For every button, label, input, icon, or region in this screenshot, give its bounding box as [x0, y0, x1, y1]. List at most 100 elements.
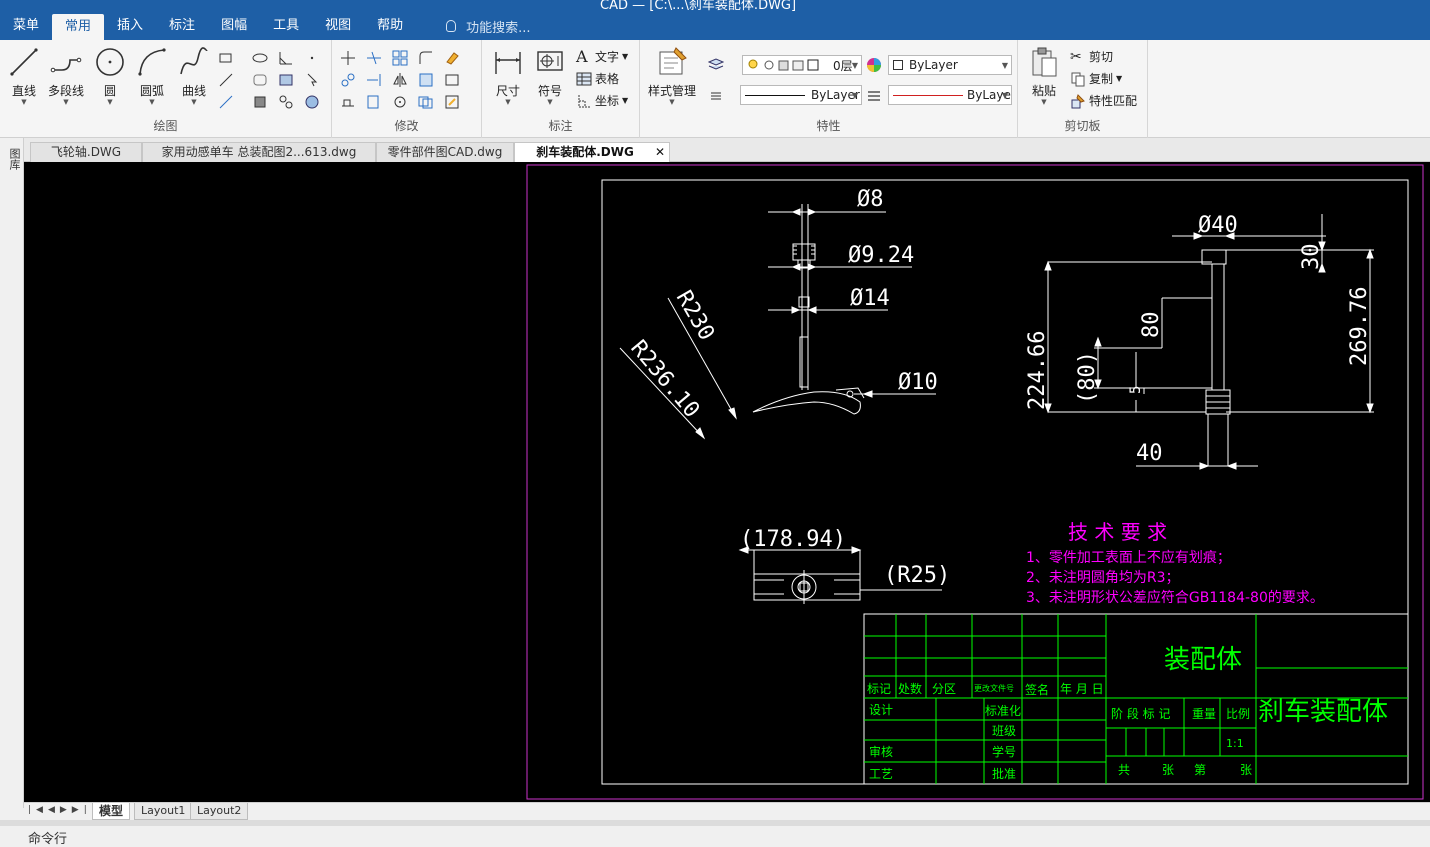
paste-button[interactable]: 粘贴 ▼: [1024, 46, 1064, 106]
tab-menu[interactable]: 菜单: [0, 12, 52, 40]
gradient-icon[interactable]: [304, 94, 320, 110]
color-value: ByLayer: [909, 58, 958, 72]
close-icon[interactable]: ✕: [655, 143, 665, 162]
chamfer-icon[interactable]: [418, 72, 434, 88]
right-view-dims: Ø40 30 269.76 224.66 80 (80) 5 40: [1025, 213, 1372, 466]
label-approve: 批准: [992, 766, 1016, 781]
drawing-canvas[interactable]: Ø8 Ø9.24 Ø14 Ø10 R230 R236.10 Ø40 30 269…: [24, 162, 1430, 802]
title-block-text: 装配体 刹车装配体 标记 处数 分区 更改文件号 签名 年 月 日 设计 审核 …: [867, 645, 1388, 781]
label-sheet-unit: 张: [1240, 763, 1252, 777]
layout-tab-layout1[interactable]: Layout1: [134, 803, 193, 820]
label-stage-mark: 阶 段 标 记: [1111, 706, 1170, 721]
revcloud-icon[interactable]: [252, 72, 268, 88]
table-icon: [576, 72, 592, 85]
tab-insert[interactable]: 插入: [104, 12, 156, 40]
doc-tab-parts[interactable]: 零件部件图CAD.dwg: [376, 142, 514, 162]
extend-icon[interactable]: [366, 72, 382, 88]
part-name: 装配体: [1164, 645, 1242, 675]
mirror-icon[interactable]: [392, 72, 408, 88]
layout-nav-arrows[interactable]: |◀◀▶▶|: [28, 805, 92, 815]
table-button[interactable]: 表格: [576, 70, 619, 87]
fillet-icon[interactable]: [418, 50, 434, 66]
tab-frame[interactable]: 图幅: [208, 12, 260, 40]
cut-button[interactable]: ✂ 剪切: [1070, 48, 1113, 65]
construction-line-icon[interactable]: [218, 72, 234, 88]
feature-search-placeholder: 功能搜索...: [466, 20, 531, 36]
title-bar: CAD — [C:\...\刹车装配体.DWG]: [0, 0, 1430, 12]
label-weight: 重量: [1192, 707, 1216, 721]
tab-annotate[interactable]: 标注: [156, 12, 208, 40]
match-properties-button[interactable]: 特性匹配: [1070, 92, 1137, 109]
ribbon-tab-bar: 菜单 常用 插入 标注 图幅 工具 视图 帮助 功能搜索...: [0, 12, 1430, 40]
properties-edit-icon[interactable]: [444, 94, 460, 110]
rectangle-icon[interactable]: [218, 50, 234, 66]
style-manager-button[interactable]: 样式管理 ▼: [644, 46, 700, 106]
group-modify-label: 修改: [394, 119, 419, 133]
circle-button[interactable]: 圆 ▼: [90, 46, 130, 106]
ellipse-icon[interactable]: [252, 50, 268, 66]
doc-tab-bike-assembly[interactable]: 家用动感单车 总装配图2...613.dwg: [142, 142, 376, 162]
linetype-list-icon[interactable]: [708, 88, 724, 104]
spline-button[interactable]: 曲线 ▼: [174, 46, 214, 106]
lineweight-select[interactable]: ByLaye ▼: [888, 85, 1012, 105]
move-icon[interactable]: [340, 50, 356, 66]
array-icon[interactable]: [392, 50, 408, 66]
copy-button[interactable]: 复制 ▼: [1070, 70, 1122, 87]
angle-icon[interactable]: [278, 50, 294, 66]
group-clipboard: 粘贴 ▼ ✂ 剪切 复制 ▼ 特性匹配 剪切板: [1018, 40, 1148, 138]
ray-icon[interactable]: [218, 94, 234, 110]
label-total: 共: [1118, 763, 1130, 777]
paste-icon: [1032, 47, 1057, 77]
dim-269-76: 269.76: [1347, 287, 1372, 366]
color-wheel-icon[interactable]: [866, 57, 882, 73]
layer-select[interactable]: 0层 ▼: [742, 55, 862, 75]
command-line[interactable]: 命令行: [0, 820, 1430, 847]
line-button[interactable]: 直线 ▼: [4, 46, 44, 106]
coordinate-button[interactable]: 坐标 ▼: [576, 92, 628, 109]
command-line-label: 命令行: [28, 832, 68, 847]
hatch-icon[interactable]: [278, 72, 294, 88]
color-swatch-icon: [893, 60, 903, 70]
dim-178-94: (178.94): [740, 527, 846, 552]
explode-icon[interactable]: [444, 72, 460, 88]
arc-button[interactable]: 圆弧 ▼: [132, 46, 172, 106]
dim-224-66: 224.66: [1025, 331, 1050, 410]
symbol-button[interactable]: 符号 ▼: [530, 46, 570, 106]
dimension-icon: [495, 52, 521, 74]
stretch-icon[interactable]: [340, 94, 356, 110]
linetype-sample: [745, 94, 805, 96]
scale-icon[interactable]: [366, 94, 382, 110]
library-tab[interactable]: 图库: [4, 148, 21, 170]
arc-icon: [138, 48, 166, 76]
tab-home[interactable]: 常用: [52, 14, 105, 40]
layer-manager-icon[interactable]: [708, 56, 724, 72]
doc-tab-flywheel-shaft[interactable]: 飞轮轴.DWG: [30, 142, 142, 162]
tab-view[interactable]: 视图: [312, 12, 364, 40]
layout-tab-model[interactable]: 模型: [92, 803, 131, 820]
copy-object-icon[interactable]: [340, 72, 356, 88]
erase-icon[interactable]: [444, 50, 460, 66]
color-select[interactable]: ByLayer ▼: [888, 55, 1012, 75]
rotate-icon[interactable]: [392, 94, 408, 110]
match-properties-icon: [1071, 93, 1085, 108]
linetype-select[interactable]: ByLayer ▼: [740, 85, 862, 105]
tab-help[interactable]: 帮助: [364, 12, 416, 40]
text-button[interactable]: A 文字 ▼: [576, 48, 628, 65]
offset-icon[interactable]: [418, 94, 434, 110]
pointer-icon[interactable]: [304, 72, 320, 88]
dimension-button[interactable]: 尺寸 ▼: [488, 46, 528, 106]
point-icon[interactable]: [304, 50, 320, 66]
region-icon[interactable]: [252, 94, 268, 110]
side-palette-strip: 图库: [0, 138, 24, 808]
layout-tab-layout2[interactable]: Layout2: [190, 803, 249, 820]
lineweight-icon[interactable]: [866, 88, 882, 104]
polyline-button[interactable]: 多段线 ▼: [46, 46, 86, 106]
trim-icon[interactable]: [366, 50, 382, 66]
dim-d10: Ø10: [898, 370, 938, 395]
tab-tools[interactable]: 工具: [260, 12, 312, 40]
tech-title: 技 术 要 求: [1068, 520, 1167, 544]
group-properties: 样式管理 ▼ 0层 ▼ ByLayer ▼ ByLayer ▼ ByLaye ▼…: [640, 40, 1018, 138]
feature-search[interactable]: 功能搜索...: [446, 12, 531, 40]
doc-tab-brake-assembly[interactable]: 刹车装配体.DWG ✕: [514, 142, 670, 162]
boundary-icon[interactable]: [278, 94, 294, 110]
